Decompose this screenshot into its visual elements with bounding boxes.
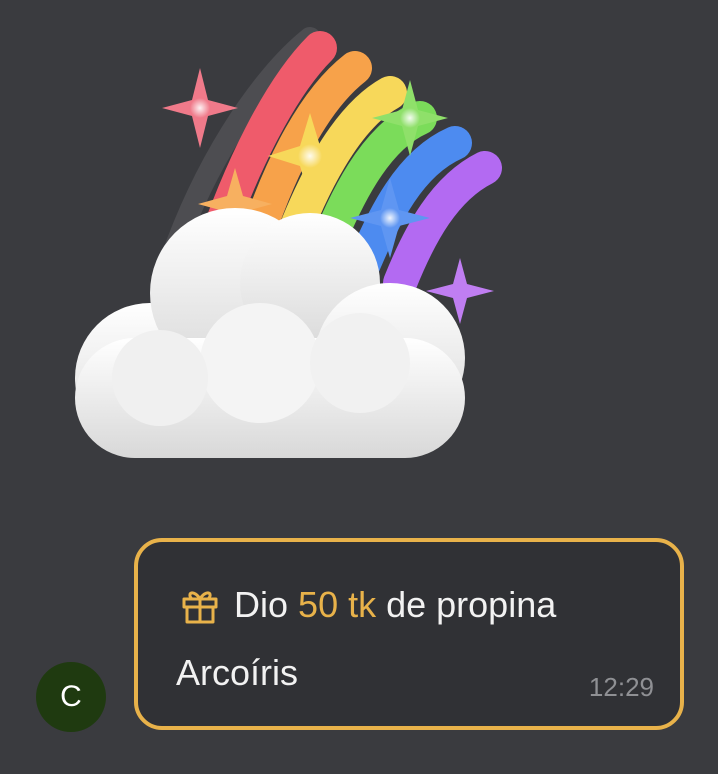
rainbow-cloud-sticker[interactable] <box>60 18 520 478</box>
tip-text-line: Dio 50 tk de propina <box>180 584 556 626</box>
gift-name: Arcoíris <box>176 652 299 693</box>
gift-icon <box>180 585 220 625</box>
message-timestamp: 12:29 <box>588 672 654 702</box>
tip-prefix: Dio <box>234 584 289 625</box>
sender-avatar[interactable]: C <box>36 662 106 732</box>
avatar-letter: C <box>60 680 82 713</box>
rainbow-cloud-image <box>75 27 502 458</box>
tip-suffix: de propina <box>386 584 557 625</box>
tip-amount: 50 tk <box>298 584 377 625</box>
tip-message-bubble[interactable]: Dio 50 tk de propina Arcoíris 12:29 <box>134 538 684 730</box>
chat-stage: C Dio 50 tk de propina Arcoíris 12:29 <box>0 0 718 774</box>
